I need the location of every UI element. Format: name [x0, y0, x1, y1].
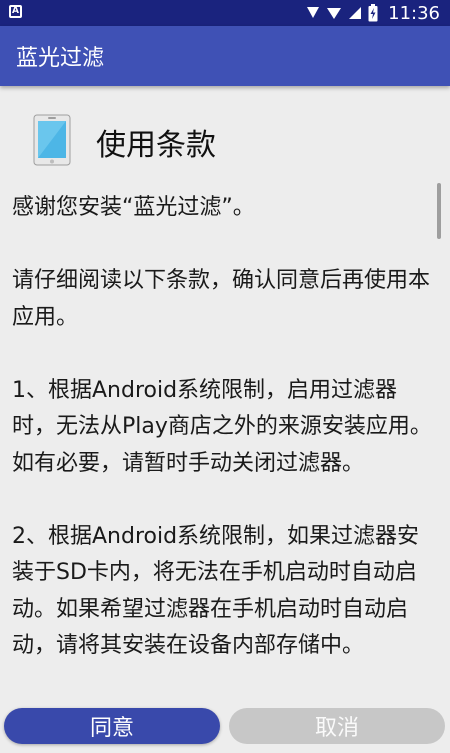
battery-charging-icon: [368, 4, 378, 22]
terms-text: 感谢您安装“蓝光过滤”。 请仔细阅读以下条款，确认同意后再使用本应用。 1、根据…: [12, 195, 432, 658]
cellular-icon: [349, 7, 362, 19]
button-bar: 同意 取消: [0, 700, 450, 753]
status-bar: A 11:36: [0, 0, 450, 26]
status-time: 11:36: [388, 2, 440, 24]
agree-button[interactable]: 同意: [4, 708, 220, 744]
phone-icon: [33, 114, 71, 166]
app-title: 蓝光过滤: [16, 46, 105, 71]
terms-scroll-area[interactable]: 感谢您安装“蓝光过滤”。 请仔细阅读以下条款，确认同意后再使用本应用。 1、根据…: [0, 180, 450, 695]
dialog-header: 使用条款: [0, 100, 450, 180]
status-icons: 11:36: [306, 0, 440, 26]
dialog-title: 使用条款: [96, 128, 216, 163]
signal-icon: [307, 7, 320, 18]
app-bar: 蓝光过滤: [0, 26, 450, 86]
notification-icon: A: [9, 5, 22, 18]
cancel-button[interactable]: 取消: [229, 708, 445, 744]
wifi-icon: [327, 8, 342, 19]
scrollbar-thumb[interactable]: [437, 183, 441, 239]
